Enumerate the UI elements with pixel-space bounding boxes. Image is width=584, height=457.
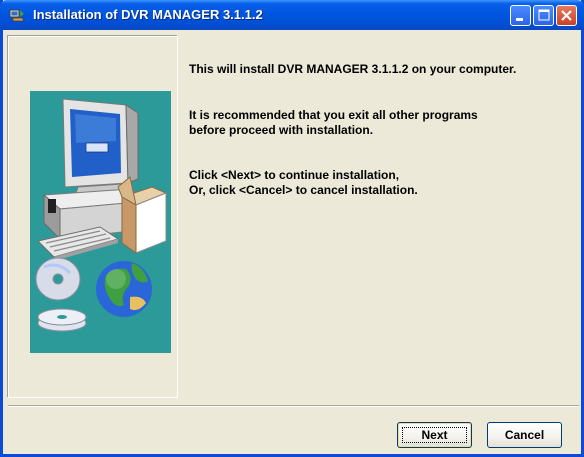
installer-app-icon [9, 9, 24, 22]
installer-window: Installation of DVR MANAGER 3.1.1.2 This… [0, 0, 584, 457]
next-button[interactable]: Next [397, 422, 472, 448]
next-button-label: Next [421, 428, 448, 442]
close-button[interactable] [556, 5, 577, 26]
recommendation-line-1: It is recommended that you exit all othe… [189, 108, 478, 122]
cancel-button-label: Cancel [504, 428, 545, 442]
maximize-icon [538, 9, 550, 21]
instruction-line-1: Click <Next> to continue installation, [189, 168, 400, 182]
recommendation-line-2: before proceed with installation. [189, 123, 374, 137]
button-separator [8, 405, 579, 407]
setup-illustration [30, 91, 171, 353]
instruction-message: Click <Next> to continue installation, O… [189, 168, 418, 198]
title-bar[interactable]: Installation of DVR MANAGER 3.1.1.2 [0, 0, 584, 30]
cancel-button[interactable]: Cancel [487, 422, 562, 448]
minimize-icon [516, 18, 523, 21]
window-title: Installation of DVR MANAGER 3.1.1.2 [33, 7, 263, 22]
minimize-button[interactable] [510, 5, 531, 26]
cd-discs-icon [35, 257, 87, 332]
globe-icon [96, 261, 152, 317]
close-icon [561, 10, 572, 21]
maximize-button[interactable] [533, 5, 554, 26]
recommendation-message: It is recommended that you exit all othe… [189, 108, 478, 138]
software-box-icon [117, 176, 168, 254]
instruction-line-2: Or, click <Cancel> to cancel installatio… [189, 183, 418, 197]
install-message: This will install DVR MANAGER 3.1.1.2 on… [189, 62, 516, 77]
install-message-text: This will install DVR MANAGER 3.1.1.2 on… [189, 62, 517, 76]
keyboard-icon [37, 226, 120, 261]
